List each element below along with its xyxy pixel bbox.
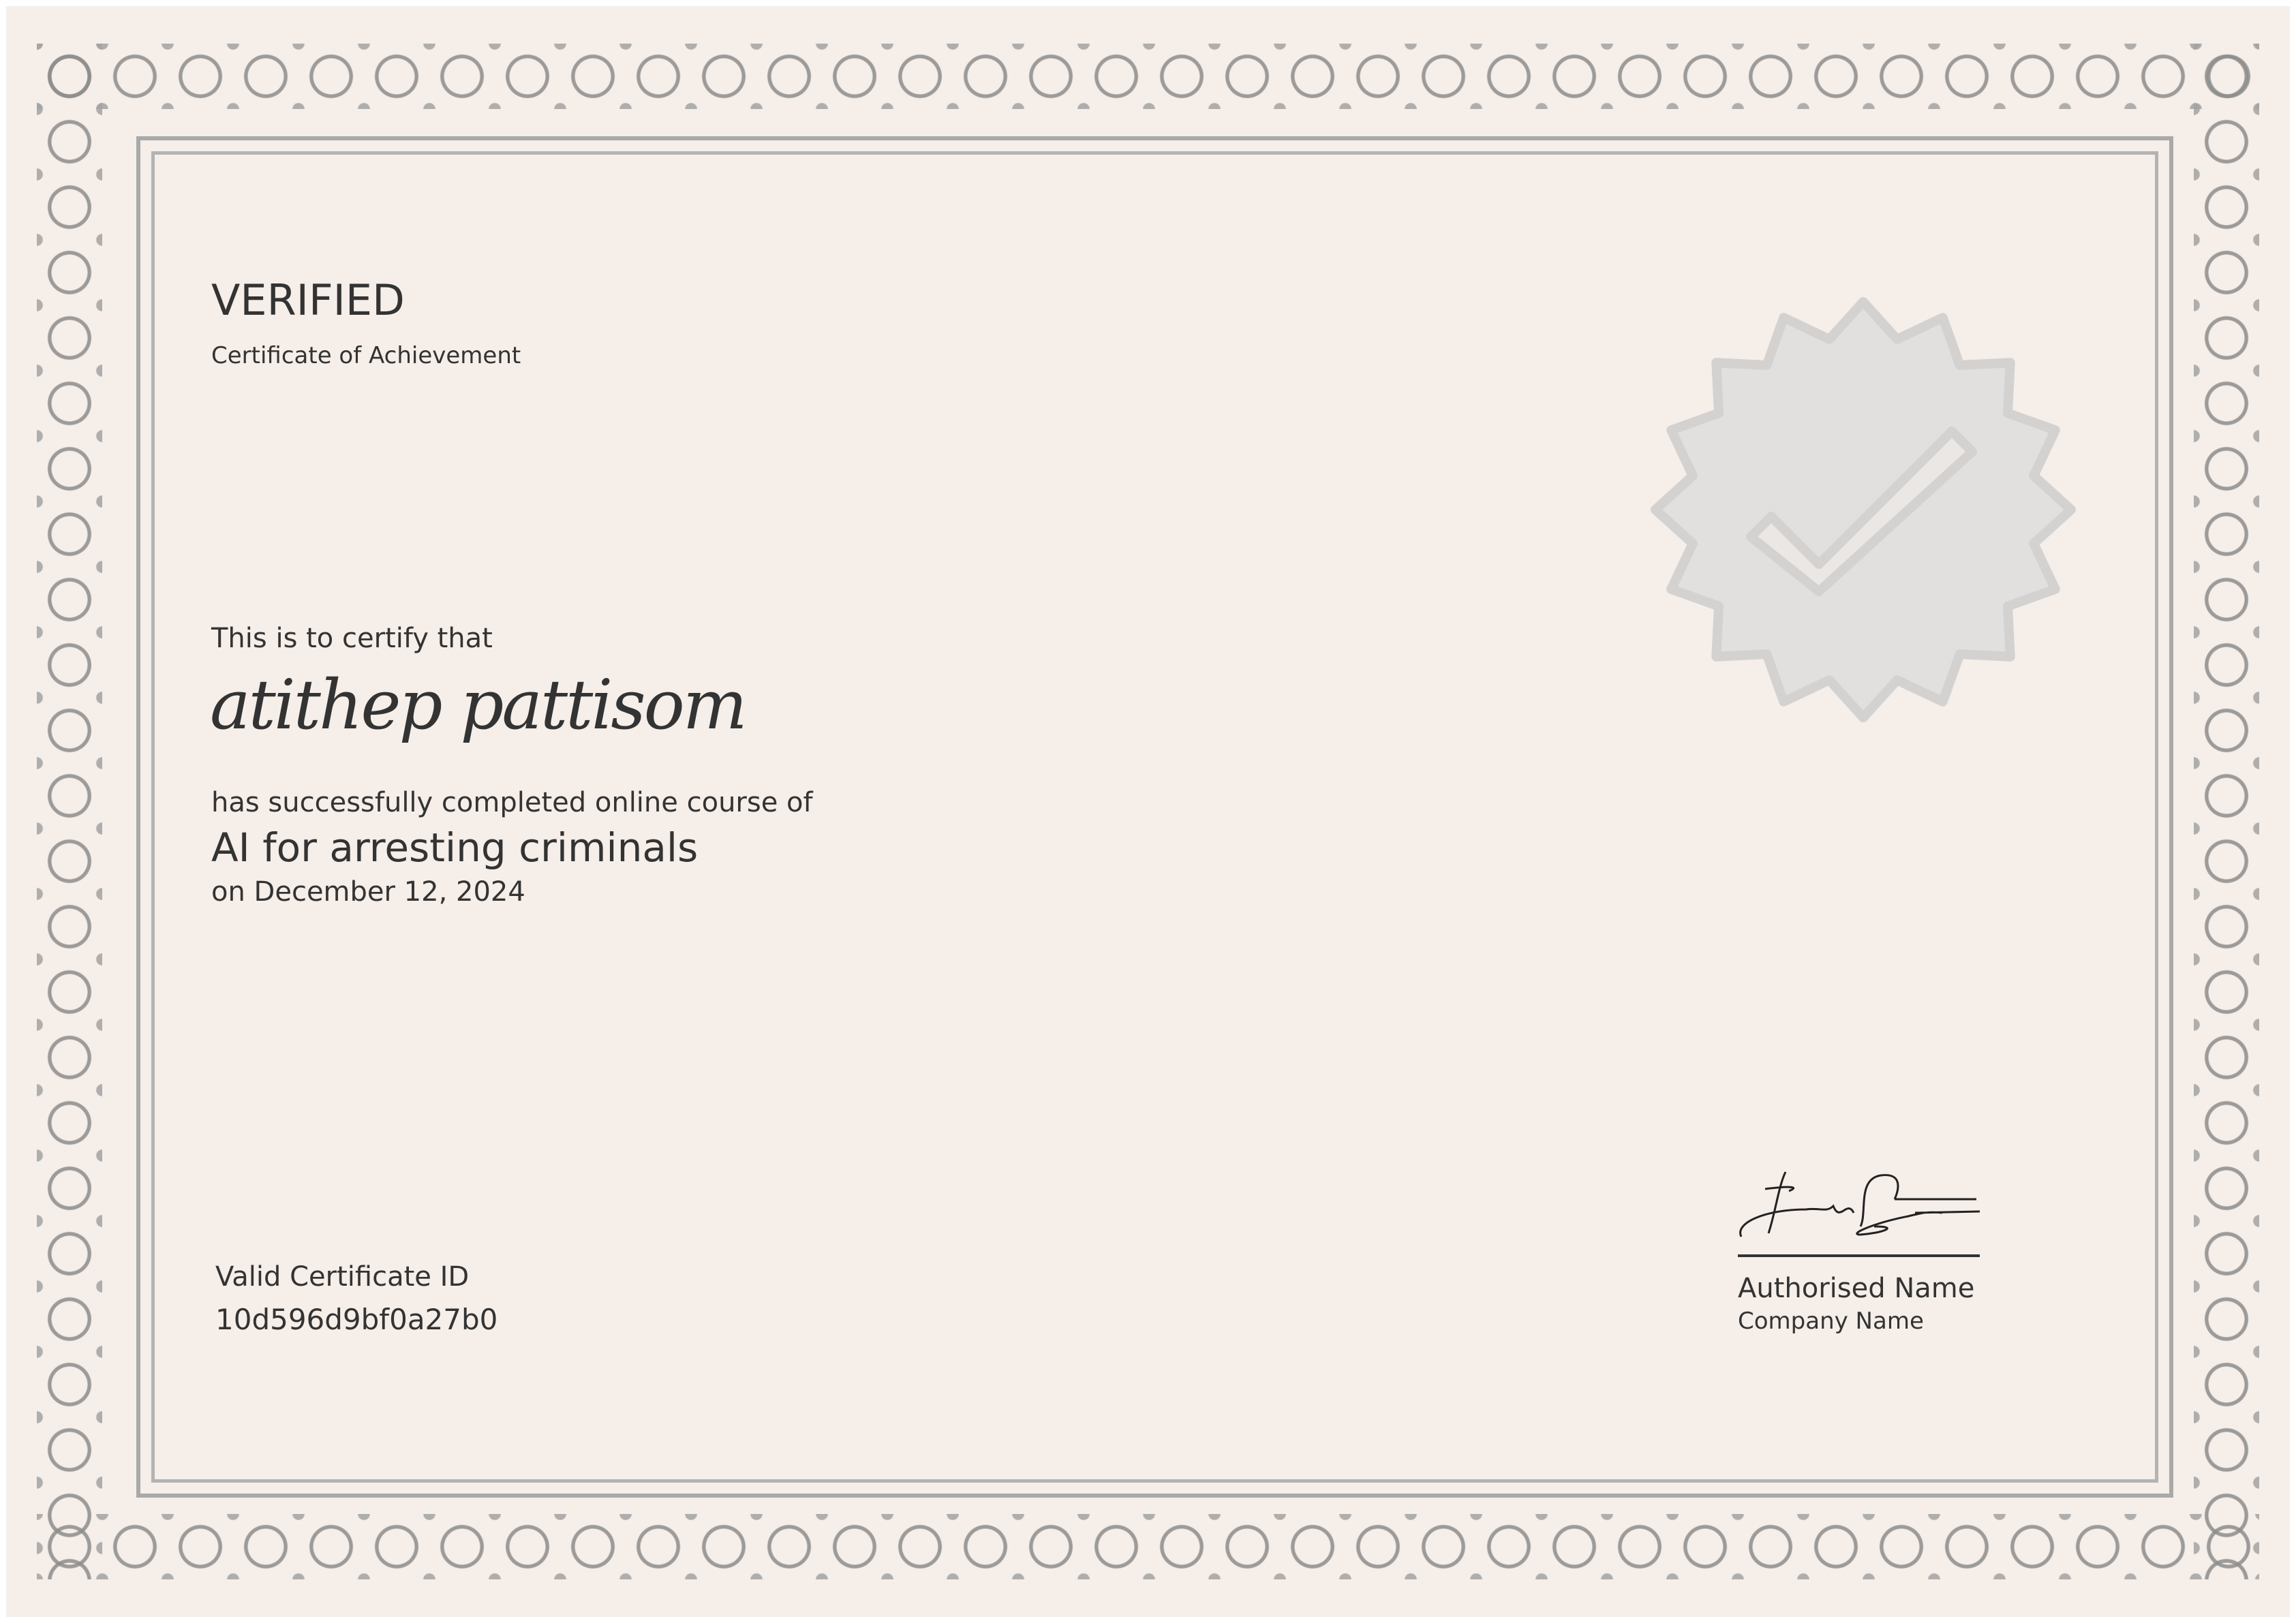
certificate-id-value: 10d596d9bf0a27b0 — [215, 1303, 498, 1336]
ornamental-border-left — [37, 44, 102, 1579]
recipient-name: atithep pattisom — [210, 665, 748, 745]
company-name: Company Name — [1738, 1308, 1924, 1335]
verified-check-badge-icon — [1651, 297, 2076, 722]
certificate-page: VERIFIED Certificate of Achievement This… — [0, 0, 2296, 1623]
certificate-type: Certificate of Achievement — [211, 342, 521, 369]
completion-date: on December 12, 2024 — [211, 876, 525, 908]
ornamental-border-bottom — [37, 1514, 2259, 1579]
authorised-name: Authorised Name — [1738, 1273, 1975, 1304]
signature-line — [1738, 1254, 1980, 1257]
ornamental-border-right — [2194, 44, 2259, 1579]
status-heading: VERIFIED — [211, 275, 405, 325]
ornamental-border-top — [37, 44, 2259, 109]
certificate-id-label: Valid Certificate ID — [215, 1261, 470, 1293]
signature — [1739, 1171, 1980, 1237]
course-name: AI for arresting criminals — [211, 824, 699, 871]
certify-text: This is to certify that — [211, 623, 493, 654]
completed-text: has successfully completed online course… — [211, 787, 813, 818]
